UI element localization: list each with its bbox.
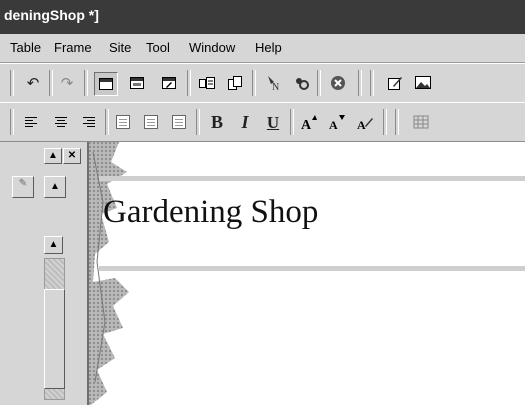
normal-view-icon[interactable]	[94, 72, 118, 96]
bold-icon[interactable]: B	[206, 111, 228, 133]
bottom-rule	[99, 266, 525, 271]
toolbar-separator	[370, 70, 374, 96]
menu-help[interactable]: Help	[255, 40, 282, 55]
undo-icon[interactable]: ↶	[22, 72, 44, 94]
scroll-up-arrow[interactable]: ▲	[44, 236, 63, 254]
toolbar-separator	[10, 109, 14, 135]
panel-maximize-button[interactable]: ▲	[44, 148, 62, 164]
font-color-icon[interactable]: A	[354, 111, 376, 133]
toolbar-separator	[49, 70, 53, 96]
page-heading: Gardening Shop	[103, 194, 319, 230]
menu-window[interactable]: Window	[189, 40, 235, 55]
page-properties-icon[interactable]	[196, 72, 218, 94]
toolbar-separator	[290, 109, 294, 135]
menu-tool[interactable]: Tool	[146, 40, 170, 55]
numbered-list-icon[interactable]	[140, 111, 162, 133]
table-grid-icon[interactable]	[410, 111, 432, 133]
indent-icon[interactable]	[168, 111, 190, 133]
menu-table[interactable]: Table	[10, 40, 41, 55]
scrollbar-thumb[interactable]	[44, 289, 65, 389]
redo-icon[interactable]: ↷	[56, 72, 78, 94]
toolbar-separator	[10, 70, 14, 96]
toolbar-separator	[317, 70, 321, 96]
toolbar-separator	[395, 109, 399, 135]
picture-icon[interactable]	[412, 72, 434, 94]
panel-close-button[interactable]: ✕	[63, 148, 81, 164]
align-right-icon[interactable]	[78, 111, 100, 133]
panel-tool-button[interactable]: ✎	[12, 176, 34, 198]
svg-text:A: A	[357, 118, 366, 130]
top-rule	[99, 176, 525, 181]
toolbar-separator	[252, 70, 256, 96]
formatting-toolbar: B I U A A A	[0, 102, 525, 142]
svg-text:A: A	[329, 118, 338, 130]
toolbar-separator	[358, 70, 362, 96]
underline-icon[interactable]: U	[262, 111, 284, 133]
link-icon[interactable]: N	[262, 72, 284, 94]
html-view-icon[interactable]	[126, 72, 148, 94]
window-title: deningShop *]	[4, 7, 99, 23]
panel-up-button[interactable]: ▲	[44, 176, 66, 198]
italic-icon[interactable]: I	[234, 111, 256, 133]
ivy-decoration	[89, 142, 129, 405]
stop-icon[interactable]	[327, 72, 349, 94]
title-bar: deningShop *]	[0, 0, 525, 34]
toolbar-separator	[187, 70, 191, 96]
align-center-icon[interactable]	[50, 111, 72, 133]
menu-site[interactable]: Site	[109, 40, 131, 55]
toolbar-separator	[84, 70, 88, 96]
menu-bar: Table Frame Site Tool Window Help	[0, 34, 525, 63]
preview-icon[interactable]	[158, 72, 180, 94]
menu-frame[interactable]: Frame	[54, 40, 92, 55]
svg-text:N: N	[272, 82, 279, 91]
align-left-icon[interactable]	[20, 111, 42, 133]
font-larger-icon[interactable]: A	[298, 111, 320, 133]
copy-page-icon[interactable]	[224, 72, 246, 94]
toolbar-separator	[196, 109, 200, 135]
bullet-list-icon[interactable]	[112, 111, 134, 133]
image-map-icon[interactable]	[290, 72, 312, 94]
font-smaller-icon[interactable]: A	[326, 111, 348, 133]
edit-icon[interactable]	[384, 72, 406, 94]
svg-text:A: A	[301, 118, 312, 130]
document-area[interactable]: Gardening Shop	[89, 142, 525, 405]
toolbar-separator	[105, 109, 109, 135]
standard-toolbar: ↶ ↷ N	[0, 63, 525, 103]
toolbar-separator	[383, 109, 387, 135]
